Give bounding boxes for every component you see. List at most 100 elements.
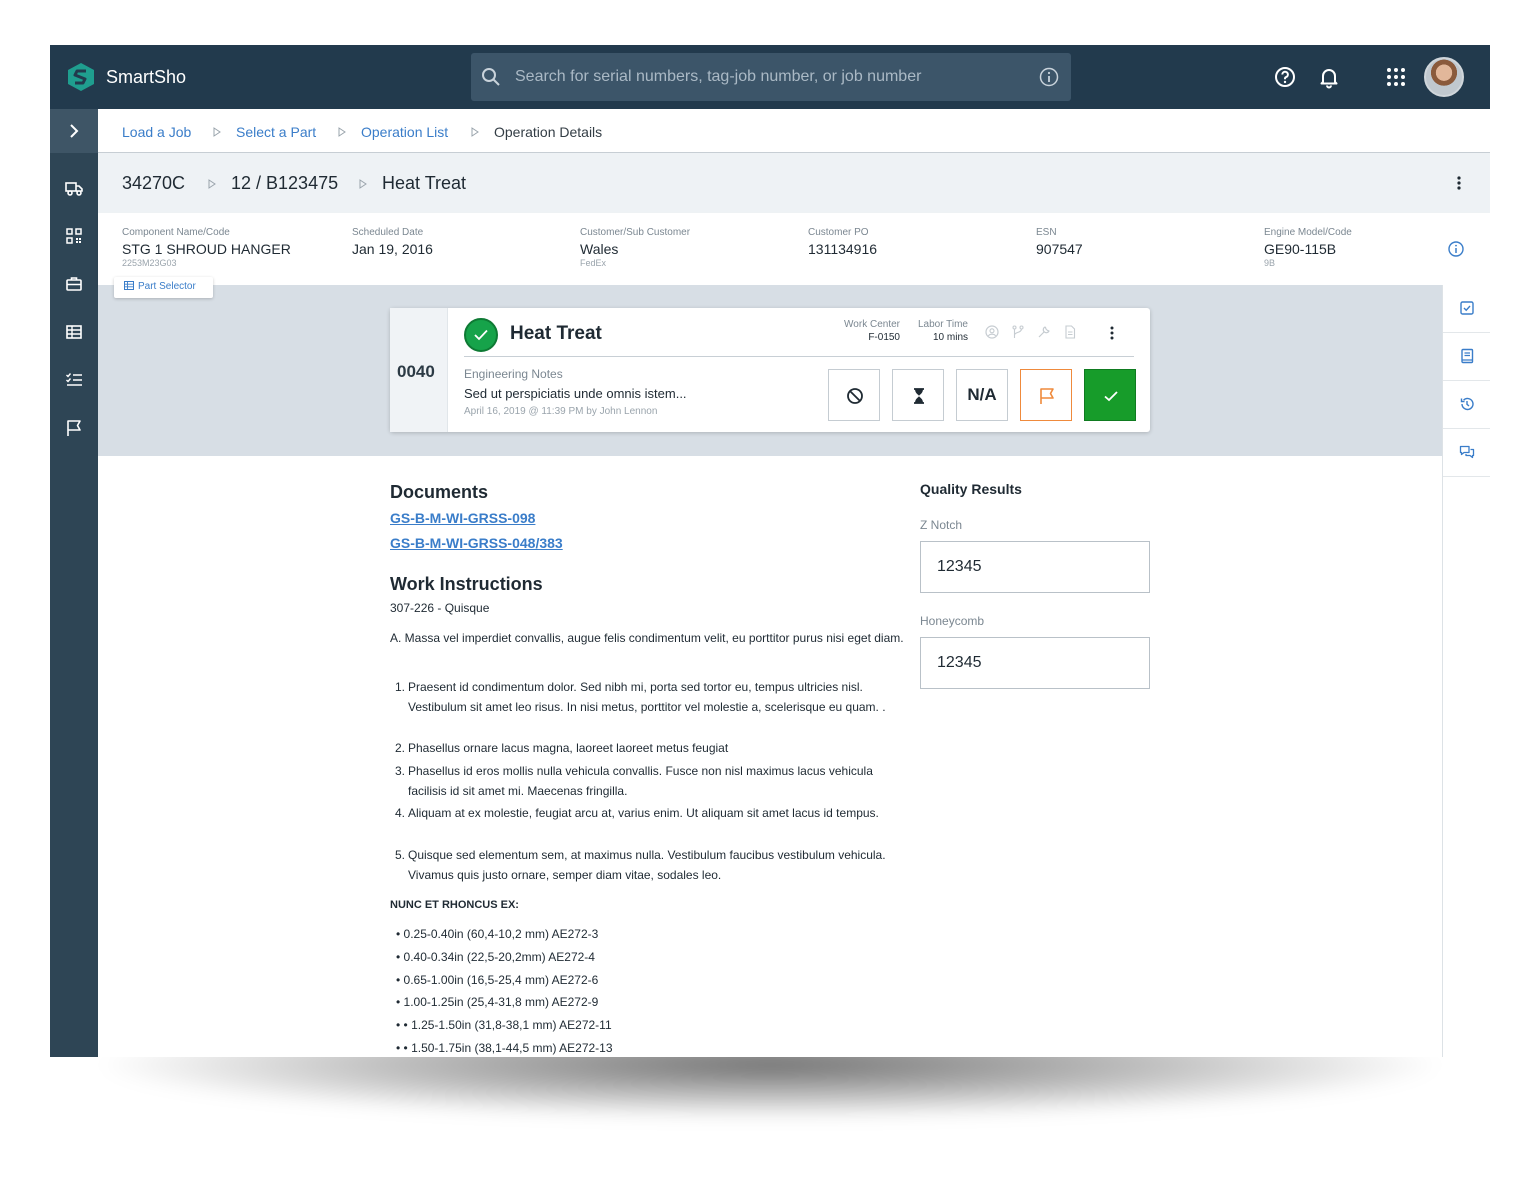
bullet-item: • 0.40-0.34in (22,5-20,2mm) AE272-4 <box>396 950 595 964</box>
rail-comments-button[interactable] <box>1443 429 1490 477</box>
operation-number: 0040 <box>397 362 435 381</box>
document-icon <box>1065 325 1076 339</box>
info-value: 131134916 <box>808 241 878 257</box>
more-vertical-icon[interactable] <box>1457 176 1461 190</box>
search-info-icon[interactable] <box>1039 67 1059 87</box>
bullet-item: • 0.65-1.00in (16,5-25,4 mm) AE272-6 <box>396 973 599 987</box>
info-icon[interactable] <box>1448 241 1464 257</box>
breadcrumb-load-a-job[interactable]: Load a Job <box>122 124 191 140</box>
info-customer-po: Customer PO 131134916 <box>808 227 877 257</box>
branch-icon <box>1012 325 1024 338</box>
engineering-notes-text[interactable]: Sed ut perspiciatis unde omnis istem... <box>464 386 687 401</box>
quality-results-heading: Quality Results <box>920 481 1022 497</box>
info-value: STG 1 SHROUD HANGER <box>122 241 291 257</box>
list-item-text: Phasellus id eros mollis nulla vehicula … <box>408 764 873 798</box>
info-value: GE90-115B <box>1264 241 1337 257</box>
top-bar: SmartSho <box>50 45 1490 109</box>
bullet-item: • 0.25-0.40in (60,4-10,2 mm) AE272-3 <box>396 927 599 941</box>
qr-code-icon[interactable] <box>65 227 83 245</box>
briefcase-icon[interactable] <box>65 275 83 293</box>
chevron-right-icon <box>70 124 79 138</box>
bullet-item: • • 1.25-1.50in (31,8-38,1 mm) AE272-11 <box>396 1018 612 1032</box>
breadcrumb-separator-icon <box>338 127 346 137</box>
user-avatar[interactable] <box>1424 57 1464 97</box>
search-input[interactable] <box>515 65 1025 89</box>
info-sub: 9B <box>1264 258 1276 268</box>
bell-icon[interactable] <box>1317 65 1341 89</box>
document-link[interactable]: GS-B-M-WI-GRSS-098 <box>390 510 535 526</box>
not-applicable-button[interactable]: N/A <box>956 369 1008 421</box>
labor-time: Labor Time 10 mins <box>910 319 968 343</box>
breadcrumb-operation-details: Operation Details <box>494 124 603 140</box>
engineering-notes-meta: April 16, 2019 @ 11:39 PM by John Lennon <box>464 406 658 417</box>
title-separator-icon <box>208 179 216 189</box>
list-item-text: Phasellus ornare lacus magna, laoreet la… <box>408 741 729 755</box>
work-center: Work Center F-0150 <box>838 319 900 343</box>
info-value: 907547 <box>1036 241 1083 257</box>
info-value: Wales <box>580 241 619 257</box>
rail-history-button[interactable] <box>1443 381 1490 429</box>
info-esn: ESN 907547 <box>1036 227 1083 257</box>
grid-icon <box>124 281 134 290</box>
work-center-label: Work Center <box>844 319 900 330</box>
user-circle-icon <box>985 325 999 339</box>
truck-icon[interactable] <box>65 179 83 197</box>
breadcrumb-separator-icon <box>213 127 221 137</box>
help-icon[interactable] <box>1273 65 1297 89</box>
card-divider <box>464 356 1134 357</box>
list-item-text: Aliquam at ex molestie, feugiat arcu at,… <box>408 806 879 820</box>
part-selector-button[interactable]: Part Selector <box>114 277 213 298</box>
breadcrumb-operation-list[interactable]: Operation List <box>361 124 448 140</box>
work-instructions-heading: Work Instructions <box>390 574 543 594</box>
timer-button[interactable] <box>892 369 944 421</box>
book-icon <box>1461 348 1474 364</box>
check-icon <box>474 329 488 341</box>
search-icon <box>482 68 500 86</box>
wrench-icon <box>1038 326 1050 338</box>
honeycomb-input[interactable] <box>920 637 1150 689</box>
info-label: ESN <box>1036 227 1057 238</box>
info-engine-model: Engine Model/Code GE90-115B 9B <box>1264 227 1352 268</box>
brand-name: SmartSho <box>106 67 187 87</box>
info-label: Customer/Sub Customer <box>580 227 691 238</box>
right-rail <box>1442 285 1490 1057</box>
document-link[interactable]: GS-B-M-WI-GRSS-048/383 <box>390 535 563 551</box>
complete-button[interactable] <box>1084 369 1136 421</box>
checkbox-icon <box>1460 301 1474 315</box>
side-nav-toggle[interactable] <box>50 109 98 153</box>
info-label: Engine Model/Code <box>1264 227 1352 238</box>
honeycomb-label: Honeycomb <box>920 614 985 628</box>
rail-checkbox-button[interactable] <box>1443 285 1490 333</box>
info-customer: Customer/Sub Customer Wales FedEx <box>580 227 690 268</box>
side-nav <box>50 109 98 1057</box>
card-more-vertical-icon[interactable] <box>1110 326 1114 340</box>
labor-time-value: 10 mins <box>932 332 968 343</box>
block-button[interactable] <box>828 369 880 421</box>
operation-number-cell: 0040 <box>390 308 448 432</box>
flag-icon[interactable] <box>65 419 83 437</box>
apps-grid-icon[interactable] <box>1384 65 1408 89</box>
app-window: SmartSho Search for serial numbers, tag-… <box>50 45 1490 1057</box>
operation-name: Heat Treat <box>510 323 602 344</box>
table-icon[interactable] <box>65 323 83 341</box>
work-center-value: F-0150 <box>868 332 900 343</box>
z-notch-label: Z Notch <box>920 518 963 532</box>
flag-button[interactable] <box>1020 369 1072 421</box>
part-selector-label: Part Selector <box>138 281 196 292</box>
info-sub: 2253M23G03 <box>122 258 177 268</box>
part-number: 12 / B123475 <box>231 173 339 193</box>
z-notch-input[interactable] <box>920 541 1150 593</box>
flag-icon <box>1040 388 1054 404</box>
search-bar <box>471 53 1071 101</box>
info-value: Jan 19, 2016 <box>352 241 433 257</box>
checklist-icon[interactable] <box>65 371 83 389</box>
operation-title: Heat Treat <box>382 173 467 193</box>
info-label: Component Name/Code <box>122 227 230 238</box>
breadcrumb-separator-icon <box>471 127 479 137</box>
breadcrumb-select-a-part[interactable]: Select a Part <box>236 124 316 140</box>
history-icon <box>1460 397 1474 411</box>
section-label: NUNC ET RHONCUS EX: <box>390 899 519 911</box>
rail-book-button[interactable] <box>1443 333 1490 381</box>
smartsho-logo-icon <box>68 63 94 91</box>
documents-heading: Documents <box>390 482 489 502</box>
